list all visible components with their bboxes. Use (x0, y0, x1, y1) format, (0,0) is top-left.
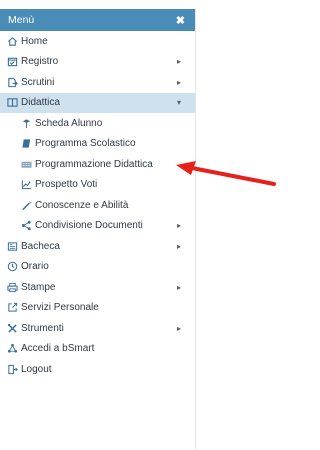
menu-item-label: Orario (21, 261, 49, 273)
menu-item-label: Bacheca (21, 240, 60, 252)
menu-title: Menù (8, 14, 35, 26)
menu-item-label: Servizi Personale (21, 302, 99, 314)
newspaper-icon (6, 240, 18, 252)
line-chart-icon (20, 179, 32, 191)
close-icon[interactable]: ✖ (176, 14, 185, 27)
menu-item-programmazione-didattica[interactable]: Programmazione Didattica (0, 154, 195, 175)
menu-item-label: Logout (21, 363, 52, 375)
menu-item-label: Programmazione Didattica (35, 158, 153, 170)
menu-list: Home Registro ▸ Scrutini ▸ Didattica ▾ S… (0, 31, 195, 380)
share-icon (20, 220, 32, 232)
menu-item-stampe[interactable]: Stampe ▸ (0, 277, 195, 298)
magic-wand-icon (20, 199, 32, 211)
menu-item-strumenti[interactable]: Strumenti ▸ (0, 318, 195, 339)
menu-item-label: Condivisione Documenti (35, 220, 143, 232)
chevron-right-icon: ▸ (176, 77, 181, 87)
menu-item-scheda-alunno[interactable]: Scheda Alunno (0, 113, 195, 134)
menu-item-label: Conoscenze e Abilità (35, 199, 129, 211)
menu-item-conoscenze-abilita[interactable]: Conoscenze e Abilità (0, 195, 195, 216)
network-icon (6, 343, 18, 355)
menu-item-servizi-personale[interactable]: Servizi Personale (0, 298, 195, 319)
chevron-right-icon: ▸ (176, 323, 181, 333)
menu-item-bacheca[interactable]: Bacheca ▸ (0, 236, 195, 257)
student-icon (20, 117, 32, 129)
menu-item-orario[interactable]: Orario (0, 257, 195, 278)
menu-item-label: Scheda Alunno (35, 117, 103, 129)
menu-item-label: Strumenti (21, 322, 64, 334)
menu-item-prospetto-voti[interactable]: Prospetto Voti (0, 175, 195, 196)
external-link-icon (6, 302, 18, 314)
logout-icon (6, 363, 18, 375)
printer-icon (6, 281, 18, 293)
screenshot-stage: Menù ✖ Home Registro ▸ Scrutini ▸ Didatt… (0, 0, 276, 450)
file-export-icon (6, 76, 18, 88)
book-icon (20, 138, 32, 150)
menu-item-didattica[interactable]: Didattica ▾ (0, 92, 195, 113)
menu-item-accedi-bsmart[interactable]: Accedi a bSmart (0, 339, 195, 360)
chevron-right-icon: ▸ (176, 221, 181, 231)
chevron-right-icon: ▸ (176, 57, 181, 67)
menu-item-programma-scolastico[interactable]: Programma Scolastico (0, 134, 195, 155)
menu-item-logout[interactable]: Logout (0, 359, 195, 380)
chevron-right-icon: ▸ (176, 241, 181, 251)
menu-item-label: Scrutini (21, 76, 55, 88)
menu-item-scrutini[interactable]: Scrutini ▸ (0, 72, 195, 93)
menu-item-registro[interactable]: Registro ▸ (0, 52, 195, 73)
menu-item-label: Accedi a bSmart (21, 343, 95, 355)
chevron-down-icon: ▾ (176, 98, 181, 108)
menu-item-label: Programma Scolastico (35, 138, 136, 150)
clock-icon (6, 261, 18, 273)
side-menu: Menù ✖ Home Registro ▸ Scrutini ▸ Didatt… (0, 9, 196, 450)
menu-item-label: Prospetto Voti (35, 179, 98, 191)
keyboard-icon (20, 158, 32, 170)
book-columns-icon (6, 97, 18, 109)
menu-header: Menù ✖ (0, 9, 195, 31)
red-arrow-annotation (176, 160, 276, 190)
calendar-check-icon (6, 56, 18, 68)
home-icon (6, 35, 18, 47)
menu-item-label: Home (21, 35, 48, 47)
tools-icon (6, 322, 18, 334)
chevron-right-icon: ▸ (176, 282, 181, 292)
menu-item-condivisione-documenti[interactable]: Condivisione Documenti ▸ (0, 216, 195, 237)
menu-item-label: Registro (21, 56, 59, 68)
menu-item-label: Stampe (21, 281, 56, 293)
menu-item-label: Didattica (21, 97, 60, 109)
menu-item-home[interactable]: Home (0, 31, 195, 52)
